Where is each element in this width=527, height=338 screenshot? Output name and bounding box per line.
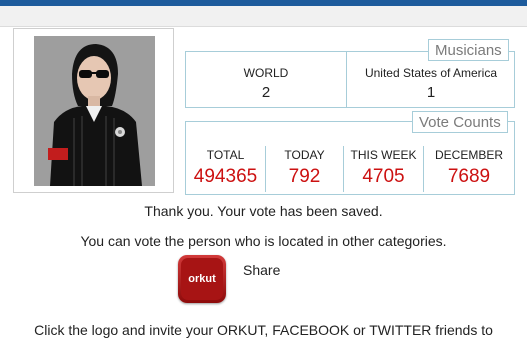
top-gray-strip [0, 6, 527, 27]
month-label: DECEMBER [434, 148, 503, 162]
vote-saved-message: Thank you. Your vote has been saved. [144, 203, 383, 219]
week-value: 4705 [362, 166, 405, 187]
musician-photo-frame [13, 28, 174, 193]
musician-photo [34, 36, 155, 186]
today-value: 792 [288, 166, 321, 187]
world-rank-cell: WORLD 2 [186, 66, 346, 101]
orkut-logo-text: orkut [181, 258, 223, 300]
country-rank-value: 1 [426, 84, 436, 101]
share-label: Share [243, 262, 281, 278]
vote-counts-panel-title: Vote Counts [412, 111, 508, 133]
month-value: 7689 [447, 166, 491, 187]
musicians-panel-title: Musicians [428, 39, 509, 61]
country-rank-cell: United States of America 1 [347, 66, 515, 101]
week-label: THIS WEEK [350, 148, 417, 162]
month-cell: DECEMBER 7689 [424, 148, 514, 188]
week-cell: THIS WEEK 4705 [344, 148, 423, 188]
total-cell: TOTAL 494365 [186, 148, 265, 188]
total-value: 494365 [193, 166, 258, 187]
other-categories-message: You can vote the person who is located i… [80, 233, 447, 249]
world-label: WORLD [243, 66, 289, 80]
country-label: United States of America [364, 66, 498, 80]
today-label: TODAY [284, 148, 325, 162]
invite-friends-message: Click the logo and invite your ORKUT, FA… [34, 322, 493, 338]
total-label: TOTAL [206, 148, 245, 162]
today-cell: TODAY 792 [266, 148, 343, 188]
orkut-share-icon[interactable]: orkut [178, 255, 226, 303]
world-rank-value: 2 [261, 84, 271, 101]
